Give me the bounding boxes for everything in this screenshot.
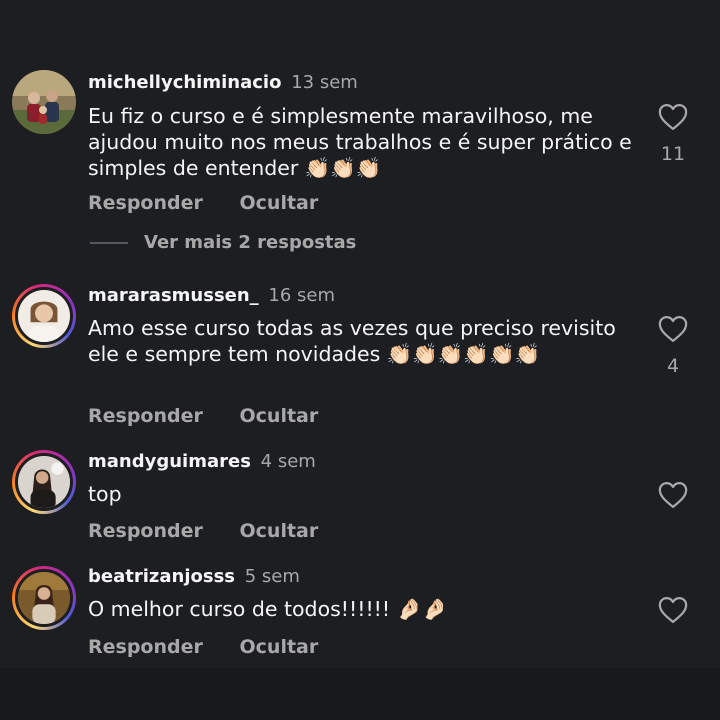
comment-text: top — [88, 481, 648, 507]
hide-button[interactable]: Ocultar — [240, 405, 319, 427]
timestamp: 16 sem — [268, 285, 336, 306]
heart-icon[interactable] — [658, 481, 688, 509]
pinched-fingers-emoji: 🤌🏻🤌🏻 — [396, 597, 448, 621]
reply-button[interactable]: Responder — [88, 636, 203, 658]
clapping-hands-emoji: 👏🏻👏🏻👏🏻👏🏻👏🏻👏🏻 — [386, 342, 541, 366]
reply-thread-line — [90, 242, 128, 244]
avatar-photo — [18, 572, 70, 624]
comment-text: Eu fiz o curso e é simplesmente maravilh… — [88, 103, 648, 181]
avatar[interactable] — [12, 70, 76, 134]
comment-text: Amo esse curso todas as vezes que precis… — [88, 315, 623, 367]
avatar — [15, 569, 73, 627]
heart-icon[interactable] — [658, 596, 688, 624]
view-more-replies-button[interactable]: Ver mais 2 respostas — [90, 232, 356, 253]
username[interactable]: michellychiminacio — [88, 72, 281, 93]
comment-actions: Responder Ocultar — [88, 405, 318, 427]
comment-header: beatrizanjosss 5 sem — [88, 566, 300, 587]
avatar-story-ring[interactable] — [12, 566, 76, 630]
avatar-photo — [18, 456, 70, 508]
clapping-hands-emoji: 👏🏻👏🏻👏🏻 — [304, 156, 382, 180]
heart-icon[interactable] — [658, 315, 688, 343]
avatar-story-ring[interactable] — [12, 450, 76, 514]
comment-body: O melhor curso de todos!!!!!! — [88, 597, 391, 621]
username[interactable]: mandyguimares — [88, 451, 251, 472]
comment-text: O melhor curso de todos!!!!!! 🤌🏻🤌🏻 — [88, 596, 648, 622]
comment-header: mandyguimares 4 sem — [88, 451, 316, 472]
avatar — [15, 453, 73, 511]
bottom-strip — [0, 668, 720, 720]
timestamp: 13 sem — [291, 72, 358, 93]
comment-actions: Responder Ocultar — [88, 520, 318, 542]
view-more-replies-label: Ver mais 2 respostas — [144, 232, 357, 253]
reply-button[interactable]: Responder — [88, 405, 203, 427]
comment-actions: Responder Ocultar — [88, 192, 318, 214]
avatar — [15, 287, 73, 345]
hide-button[interactable]: Ocultar — [240, 636, 319, 658]
timestamp: 4 sem — [260, 451, 316, 472]
like-count: 4 — [666, 355, 680, 377]
avatar-photo — [18, 290, 70, 342]
heart-icon[interactable] — [658, 103, 688, 131]
reply-button[interactable]: Responder — [88, 520, 203, 542]
hide-button[interactable]: Ocultar — [240, 192, 319, 214]
comment-body: top — [88, 482, 122, 506]
timestamp: 5 sem — [244, 566, 300, 587]
comment-actions: Responder Ocultar — [88, 636, 318, 658]
comment-header: mararasmussen_ 16 sem — [88, 285, 335, 306]
avatar-photo — [12, 70, 76, 134]
like-count: 11 — [660, 143, 686, 165]
hide-button[interactable]: Ocultar — [240, 520, 319, 542]
username[interactable]: beatrizanjosss — [88, 566, 235, 587]
username[interactable]: mararasmussen_ — [88, 285, 259, 306]
reply-button[interactable]: Responder — [88, 192, 203, 214]
comment-header: michellychiminacio 13 sem — [88, 72, 358, 93]
avatar-story-ring[interactable] — [12, 284, 76, 348]
